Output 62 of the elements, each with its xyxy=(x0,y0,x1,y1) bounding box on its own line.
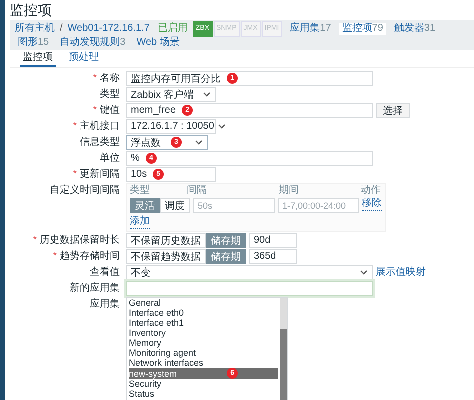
host-tab[interactable]: 触发器31 xyxy=(391,23,439,35)
field-label: 自定义时间间隔 xyxy=(50,185,120,196)
list-item[interactable]: Network interfaces xyxy=(129,358,278,368)
select-button[interactable]: 选择 xyxy=(376,103,410,118)
required-mark: * xyxy=(53,251,57,262)
page-title: 监控项 xyxy=(9,1,53,20)
list-item[interactable]: General xyxy=(129,298,278,308)
form-tab[interactable]: 监控项 xyxy=(20,51,56,67)
list-item[interactable]: Interface eth1 xyxy=(129,318,278,328)
host-tab[interactable]: 监控项79 xyxy=(339,23,386,35)
caret-icon xyxy=(218,124,226,129)
input-field[interactable]: 90d xyxy=(249,233,297,248)
required-mark: * xyxy=(73,169,77,180)
storage-toggle[interactable]: 不保留历史数据 xyxy=(126,233,206,248)
remove-link[interactable]: 移除 xyxy=(362,198,382,211)
required-mark: * xyxy=(73,121,77,132)
required-mark: * xyxy=(93,105,97,116)
caret-icon xyxy=(195,140,203,145)
required-mark: * xyxy=(33,235,37,246)
value-mapping-link[interactable]: 展示值映射 xyxy=(376,265,426,280)
host-tab[interactable]: Web 场景 xyxy=(134,37,183,49)
input-field[interactable]: 365d xyxy=(249,249,297,264)
host-tab[interactable]: 应用集17 xyxy=(287,23,334,35)
field-label: 类型 xyxy=(100,89,120,100)
field-label: 名称 xyxy=(100,73,120,84)
field-label: 趋势存储时间 xyxy=(60,251,120,262)
breadcrumb-link[interactable]: Web01-172.16.1.7 xyxy=(68,23,150,35)
column-header: 期间 xyxy=(279,185,300,197)
storage-toggle[interactable]: 不保留趋势数据 xyxy=(126,249,206,264)
breadcrumb-link[interactable]: 所有主机 xyxy=(15,23,55,35)
list-item[interactable]: Inventory xyxy=(129,328,278,338)
column-header: 间隔 xyxy=(187,185,208,197)
breadcrumb-separator: / xyxy=(60,23,63,35)
list-item[interactable]: Monitoring agent xyxy=(129,348,278,358)
field-label: 单位 xyxy=(100,153,120,164)
caret-icon xyxy=(203,92,211,97)
list-item[interactable]: Interface eth0 xyxy=(129,308,278,318)
field-label: 应用集 xyxy=(90,299,120,310)
field-label: 键值 xyxy=(100,105,120,116)
list-item[interactable]: Memory xyxy=(129,338,278,348)
input-field[interactable] xyxy=(126,281,373,296)
field-label: 历史数据保留时长 xyxy=(40,235,120,246)
host-tab[interactable]: 自动发现规则3 xyxy=(57,37,129,49)
field-label: 信息类型 xyxy=(80,137,120,148)
list-item[interactable]: Status xyxy=(129,389,278,399)
dropdown[interactable]: 不变 xyxy=(126,265,373,280)
form-tab[interactable]: 预处理 xyxy=(66,51,102,67)
required-mark: * xyxy=(93,73,97,84)
status-label: 已启用 xyxy=(158,23,188,35)
host-tab[interactable]: 图形15 xyxy=(15,37,52,49)
caret-icon xyxy=(360,270,368,275)
add-link[interactable]: 添加 xyxy=(130,216,150,229)
dropdown[interactable]: Zabbix 客户端 xyxy=(126,87,216,102)
field-label: 主机接口 xyxy=(80,121,120,132)
scrollbar[interactable] xyxy=(280,298,287,400)
column-header: 类型 xyxy=(130,185,151,197)
mode-toggle[interactable]: 调度 xyxy=(160,198,190,213)
field-label: 查看值 xyxy=(90,267,120,278)
field-label: 新的应用集 xyxy=(70,283,120,294)
field-label: 更新间隔 xyxy=(80,169,120,180)
list-item[interactable]: Security xyxy=(129,379,278,389)
column-header: 动作 xyxy=(361,185,381,197)
